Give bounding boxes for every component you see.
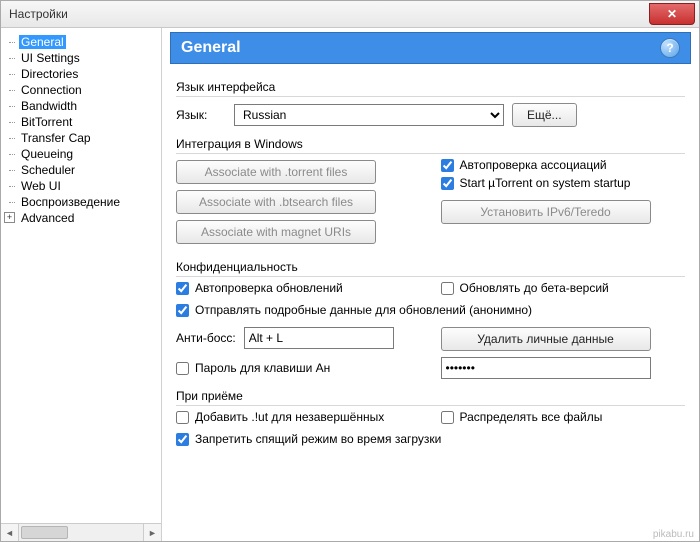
sidebar-item-queueing[interactable]: Queueing <box>5 146 157 162</box>
anti-boss-input[interactable] <box>244 327 394 349</box>
auto-assoc-checkbox[interactable]: Автопроверка ассоциаций <box>441 158 686 172</box>
assoc-btsearch-button[interactable]: Associate with .btsearch files <box>176 190 376 214</box>
nosleep-checkbox[interactable]: Запретить спящий режим во время загрузки <box>176 432 685 446</box>
assoc-magnet-button[interactable]: Associate with magnet URIs <box>176 220 376 244</box>
scroll-thumb[interactable] <box>21 526 68 539</box>
beta-input[interactable] <box>441 282 454 295</box>
sidebar-item-ui-settings[interactable]: UI Settings <box>5 50 157 66</box>
startup-input[interactable] <box>441 177 454 190</box>
more-languages-button[interactable]: Ещё... <box>512 103 577 127</box>
password-input[interactable] <box>441 357 651 379</box>
close-button[interactable]: ✕ <box>649 3 695 25</box>
integration-cols: Associate with .torrent files Associate … <box>176 154 685 250</box>
beta-checkbox[interactable]: Обновлять до бета-версий <box>441 281 686 295</box>
password-check-input[interactable] <box>176 362 189 375</box>
window-body: General UI Settings Directories Connecti… <box>1 28 699 541</box>
add-ut-checkbox[interactable]: Добавить .!ut для незавершённых <box>176 410 421 424</box>
scroll-track[interactable] <box>19 524 143 541</box>
panel: Язык интерфейса Язык: Russian Ещё... Инт… <box>170 64 691 446</box>
privacy-row1: Автопроверка обновлений Обновлять до бет… <box>176 277 685 299</box>
sidebar-item-directories[interactable]: Directories <box>5 66 157 82</box>
clear-private-data-button[interactable]: Удалить личные данные <box>441 327 651 351</box>
auto-update-input[interactable] <box>176 282 189 295</box>
sidebar-item-bandwidth[interactable]: Bandwidth <box>5 98 157 114</box>
group-language: Язык интерфейса <box>176 76 685 97</box>
integration-left: Associate with .torrent files Associate … <box>176 154 421 250</box>
sidebar-item-web-ui[interactable]: Web UI <box>5 178 157 194</box>
privacy-row2: Анти-босс: Удалить личные данные <box>176 321 685 357</box>
install-ipv6-button[interactable]: Установить IPv6/Teredo <box>441 200 651 224</box>
password-checkbox[interactable]: Пароль для клавиши Ан <box>176 361 421 375</box>
anti-boss-label: Анти-босс: <box>176 331 236 345</box>
section-header: General ? <box>170 32 691 64</box>
help-icon[interactable]: ? <box>660 38 680 58</box>
watermark: pikabu.ru <box>653 529 694 540</box>
scroll-left-icon[interactable]: ◄ <box>1 524 19 541</box>
add-ut-input[interactable] <box>176 411 189 424</box>
sidebar-item-general[interactable]: General <box>5 34 157 50</box>
privacy-row3: Пароль для клавиши Ан <box>176 357 685 379</box>
scroll-right-icon[interactable]: ► <box>143 524 161 541</box>
sidebar-item-transfer-cap[interactable]: Transfer Cap <box>5 130 157 146</box>
group-receive: При приёме <box>176 385 685 406</box>
row-language: Язык: Russian Ещё... <box>176 103 685 127</box>
prealloc-checkbox[interactable]: Распределять все файлы <box>441 410 686 424</box>
sidebar-item-scheduler[interactable]: Scheduler <box>5 162 157 178</box>
auto-update-checkbox[interactable]: Автопроверка обновлений <box>176 281 421 295</box>
group-integration: Интеграция в Windows <box>176 133 685 154</box>
language-label: Язык: <box>176 108 226 122</box>
settings-tree[interactable]: General UI Settings Directories Connecti… <box>1 28 161 523</box>
send-data-checkbox[interactable]: Отправлять подробные данные для обновлен… <box>176 303 685 317</box>
close-icon: ✕ <box>667 8 677 20</box>
prealloc-input[interactable] <box>441 411 454 424</box>
plus-icon[interactable]: + <box>4 212 15 223</box>
receive-row1: Добавить .!ut для незавершённых Распреде… <box>176 406 685 428</box>
integration-right: Автопроверка ассоциаций Start µTorrent o… <box>441 154 686 250</box>
window-title: Настройки <box>1 7 68 21</box>
titlebar: Настройки ✕ <box>1 1 699 28</box>
sidebar-item-bittorrent[interactable]: BitTorrent <box>5 114 157 130</box>
assoc-torrent-button[interactable]: Associate with .torrent files <box>176 160 376 184</box>
startup-checkbox[interactable]: Start µTorrent on system startup <box>441 176 686 190</box>
nosleep-input[interactable] <box>176 433 189 446</box>
send-data-input[interactable] <box>176 304 189 317</box>
auto-assoc-input[interactable] <box>441 159 454 172</box>
sidebar-item-advanced[interactable]: + Advanced <box>5 210 157 226</box>
language-select[interactable]: Russian <box>234 104 504 126</box>
section-title: General <box>181 39 241 57</box>
group-privacy: Конфиденциальность <box>176 256 685 277</box>
content-pane: General ? Язык интерфейса Язык: Russian … <box>162 28 699 541</box>
settings-window: Настройки ✕ General UI Settings Director… <box>0 0 700 542</box>
sidebar-item-connection[interactable]: Connection <box>5 82 157 98</box>
horizontal-scrollbar[interactable]: ◄ ► <box>1 523 161 541</box>
sidebar-item-playback[interactable]: Воспроизведение <box>5 194 157 210</box>
sidebar: General UI Settings Directories Connecti… <box>1 28 162 541</box>
